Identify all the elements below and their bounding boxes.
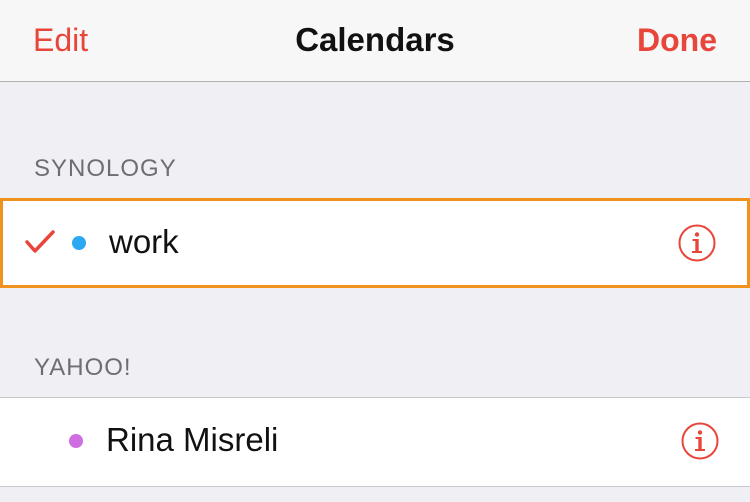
done-button[interactable]: Done (637, 20, 717, 60)
calendar-color-dot (69, 434, 83, 448)
section-header-synology: SYNOLOGY (34, 155, 177, 182)
calendar-color-dot (72, 236, 86, 250)
section-header-yahoo: YAHOO! (34, 354, 132, 381)
checkmark-icon (25, 230, 55, 253)
calendar-row-rina-misreli[interactable]: Rina Misreli (0, 397, 750, 487)
calendar-name: Rina Misreli (106, 421, 279, 458)
info-icon[interactable] (680, 421, 720, 461)
calendar-row-work[interactable]: work (0, 198, 750, 288)
info-icon[interactable] (677, 223, 717, 263)
calendar-name: work (109, 223, 179, 260)
navigation-bar: Edit Calendars Done (0, 0, 750, 82)
